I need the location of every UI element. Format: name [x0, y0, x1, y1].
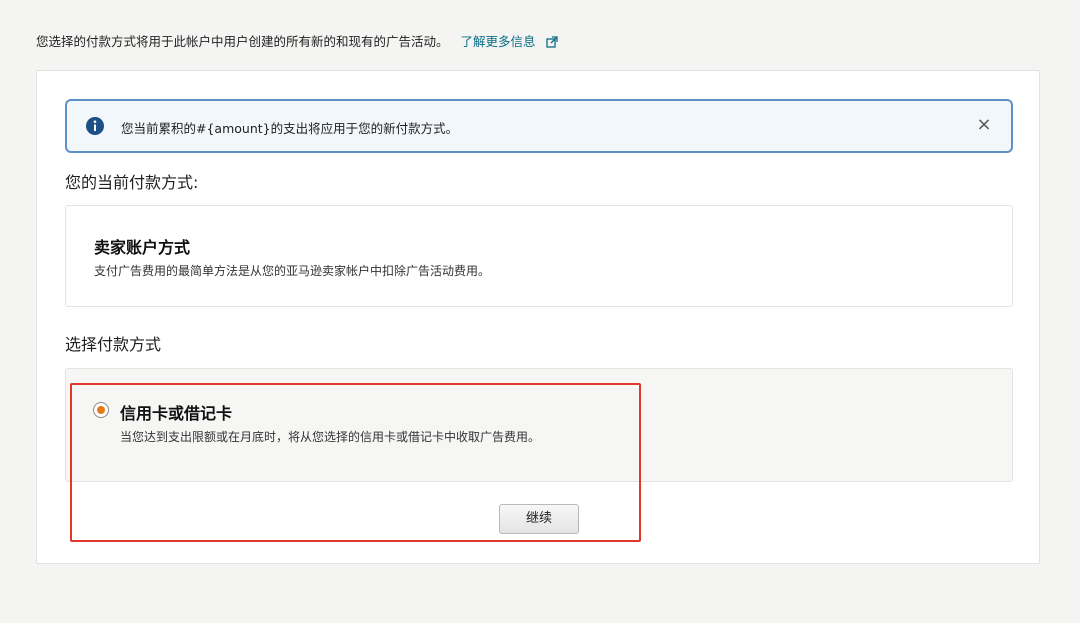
card-option-title: 信用卡或借记卡: [120, 404, 233, 423]
payment-card: 您当前累积的#{amount}的支出将应用于您的新付款方式。 × 您的当前付款方…: [36, 70, 1040, 564]
current-method-description: 支付广告费用的最简单方法是从您的亚马逊卖家帐户中扣除广告活动费用。: [94, 264, 491, 278]
card-option-description: 当您达到支出限额或在月底时，将从您选择的信用卡或借记卡中收取广告费用。: [120, 430, 541, 444]
close-icon[interactable]: ×: [973, 114, 995, 136]
current-method-heading: 您的当前付款方式:: [65, 173, 199, 192]
payment-note: 您选择的付款方式将用于此帐户中用户创建的所有新的和现有的广告活动。 了解更多信息: [36, 31, 558, 50]
info-alert: 您当前累积的#{amount}的支出将应用于您的新付款方式。 ×: [65, 99, 1013, 153]
payment-note-text: 您选择的付款方式将用于此帐户中用户创建的所有新的和现有的广告活动。: [36, 34, 449, 49]
continue-button[interactable]: 继续: [499, 504, 579, 534]
card-option-radio[interactable]: [93, 402, 109, 418]
payment-option-card[interactable]: 信用卡或借记卡 当您达到支出限额或在月底时，将从您选择的信用卡或借记卡中收取广告…: [65, 368, 1013, 482]
external-link-icon: [545, 36, 558, 48]
alert-text: 您当前累积的#{amount}的支出将应用于您的新付款方式。: [121, 121, 459, 136]
choose-method-heading: 选择付款方式: [65, 335, 162, 354]
learn-more-link[interactable]: 了解更多信息: [461, 34, 558, 49]
current-method-title: 卖家账户方式: [94, 238, 191, 257]
learn-more-label: 了解更多信息: [460, 34, 536, 49]
info-icon: [86, 117, 104, 135]
current-method-box: 卖家账户方式 支付广告费用的最简单方法是从您的亚马逊卖家帐户中扣除广告活动费用。: [65, 205, 1013, 307]
